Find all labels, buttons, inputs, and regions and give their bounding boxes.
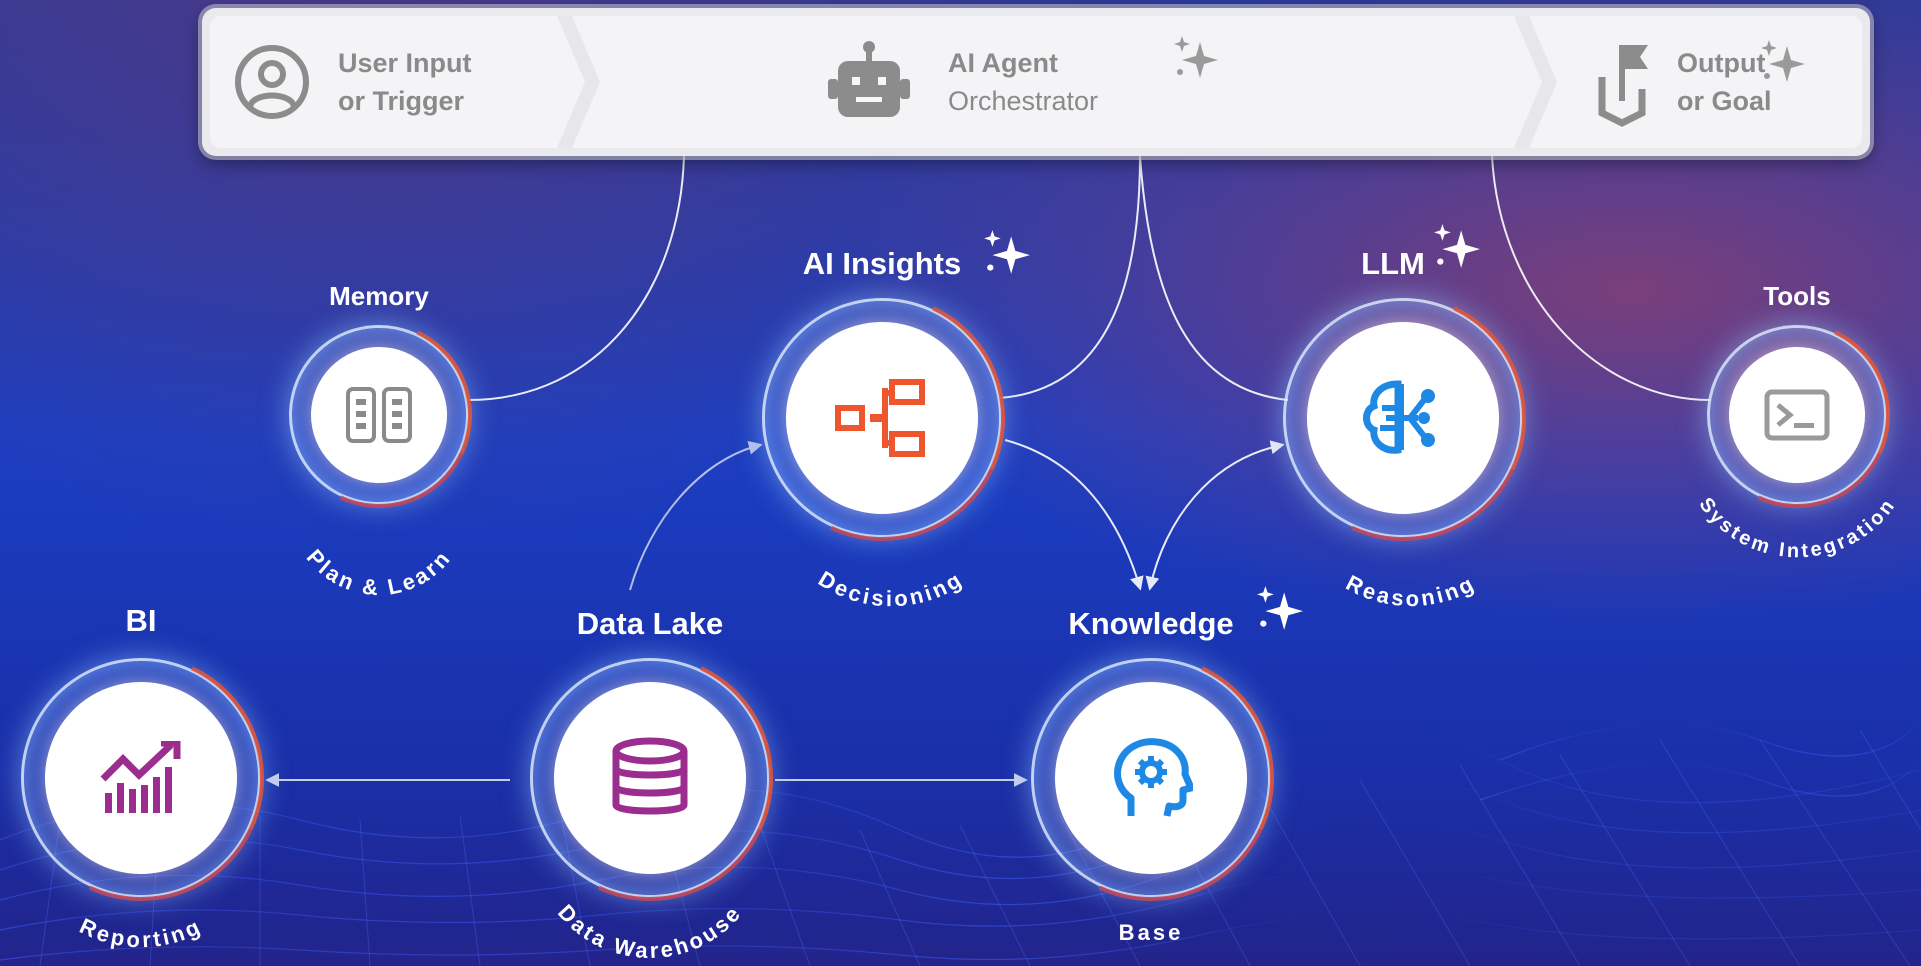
- terminal-icon: [1764, 389, 1830, 441]
- bi-title: BI: [125, 603, 157, 638]
- ai-insights-title: AI Insights: [802, 246, 962, 281]
- robot-icon: [824, 37, 914, 127]
- memory-node[interactable]: [259, 295, 499, 535]
- diagram-canvas: User Input or Trigger AI Agent Orchestra…: [0, 0, 1921, 966]
- llm-node[interactable]: [1245, 260, 1561, 576]
- sparkle-icon: [1174, 36, 1218, 78]
- tools-title: Tools: [1763, 281, 1831, 311]
- user-input-segment[interactable]: User Input or Trigger: [232, 16, 472, 148]
- agent-line2: Orchestrator: [948, 86, 1099, 116]
- arrow-datalake-insights: [629, 440, 763, 591]
- memory-columns-icon: [346, 387, 412, 443]
- sparkle-icon: [1257, 586, 1303, 630]
- arrow-insights-knowledge: [1004, 439, 1144, 591]
- user-input-line2: or Trigger: [338, 86, 465, 116]
- arrow-knowledge-llm: [1145, 440, 1285, 591]
- head-gear-icon: [1114, 738, 1193, 817]
- llm-title: LLM: [1361, 246, 1425, 281]
- sparkle-icon: [984, 230, 1030, 274]
- brain-network-icon: [1363, 380, 1435, 454]
- decision-tree-icon: [835, 379, 925, 457]
- user-icon: [232, 42, 312, 122]
- tools-node[interactable]: [1677, 295, 1917, 535]
- database-icon: [612, 737, 688, 815]
- link-agent-memory: [467, 155, 685, 401]
- bi-node[interactable]: [0, 620, 299, 936]
- knowledge-node[interactable]: [993, 620, 1309, 936]
- link-agent-llm: [1139, 155, 1289, 401]
- link-agent-tools: [1491, 155, 1711, 401]
- output-goal-segment[interactable]: Output or Goal: [1587, 16, 1805, 148]
- goal-flag-icon: [1587, 37, 1657, 127]
- ai-insights-node[interactable]: [724, 260, 1040, 576]
- data-lake-node[interactable]: [492, 620, 808, 936]
- agent-line1: AI Agent: [948, 48, 1058, 78]
- agent-flow-banner: User Input or Trigger AI Agent Orchestra…: [202, 8, 1870, 156]
- memory-title: Memory: [329, 281, 429, 311]
- output-line2: or Goal: [1677, 86, 1772, 116]
- output-line1: Output: [1677, 48, 1766, 78]
- sparkle-icon: [1434, 224, 1480, 268]
- chart-icon: [100, 741, 181, 813]
- sparkle-icon: [1761, 40, 1805, 82]
- user-input-line1: User Input: [338, 48, 472, 78]
- agent-orchestrator-segment[interactable]: AI Agent Orchestrator: [824, 16, 1218, 148]
- knowledge-title: Knowledge: [1068, 606, 1234, 641]
- data-lake-title: Data Lake: [576, 606, 724, 641]
